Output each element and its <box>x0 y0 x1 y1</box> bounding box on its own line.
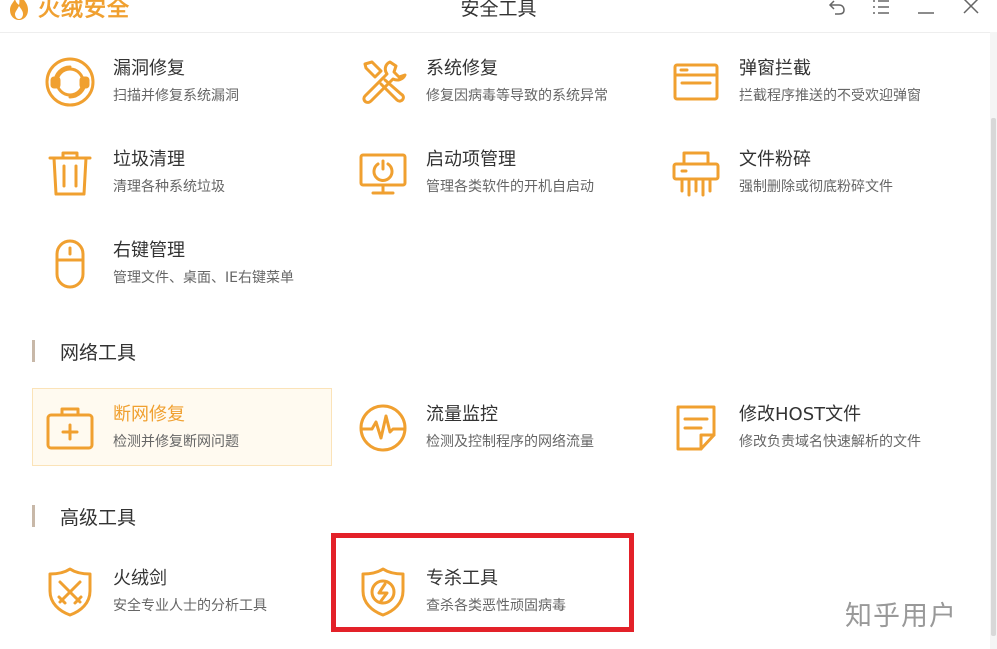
watermark: 知乎用户 <box>845 601 957 632</box>
tool-huorong-sword[interactable]: 火绒剑 安全专业人士的分析工具 <box>32 552 332 630</box>
tool-description: 清理各种系统垃圾 <box>113 179 225 195</box>
title-bar: 火绒安全 安全工具 <box>0 0 997 33</box>
close-icon <box>962 0 980 20</box>
tool-name: 启动项管理 <box>426 149 516 170</box>
tool-description: 管理各类软件的开机自启动 <box>426 179 594 195</box>
popup-block-icon <box>670 56 722 108</box>
section-title: 网络工具 <box>60 341 137 364</box>
document-edit-icon <box>670 402 722 454</box>
tool-description: 扫描并修复系统漏洞 <box>113 88 239 104</box>
tool-description: 修复因病毒等导致的系统异常 <box>426 88 608 104</box>
tool-file-shredder[interactable]: 文件粉碎 强制删除或彻底粉碎文件 <box>658 133 958 211</box>
tool-system-repair[interactable]: 系统修复 修复因病毒等导致的系统异常 <box>345 42 645 120</box>
tool-trash-clean[interactable]: 垃圾清理 清理各种系统垃圾 <box>32 133 332 211</box>
file-shredder-icon <box>670 147 722 199</box>
back-icon <box>828 0 846 20</box>
first-aid-kit-icon <box>44 402 96 454</box>
tool-traffic-monitor[interactable]: 流量监控 检测及控制程序的网络流量 <box>345 388 645 466</box>
menu-button[interactable] <box>866 0 896 22</box>
tool-name: 弹窗拦截 <box>739 58 811 79</box>
highlight-annotation-box <box>331 533 634 632</box>
back-button[interactable] <box>822 0 852 22</box>
section-header-advanced: 高级工具 <box>32 503 136 529</box>
scrollbar-thumb[interactable] <box>991 118 996 636</box>
tool-name: 文件粉碎 <box>739 149 811 170</box>
section-title: 高级工具 <box>60 506 137 529</box>
tool-startup-manage[interactable]: 启动项管理 管理各类软件的开机自启动 <box>345 133 645 211</box>
tool-name: 漏洞修复 <box>113 58 185 79</box>
tool-name: 火绒剑 <box>113 568 167 589</box>
vulnerability-fix-icon <box>44 56 96 108</box>
minimize-button[interactable] <box>911 0 941 22</box>
tool-description: 检测及控制程序的网络流量 <box>426 434 594 450</box>
tool-description: 安全专业人士的分析工具 <box>113 598 267 614</box>
tool-network-repair[interactable]: 断网修复 检测并修复断网问题 <box>32 388 332 466</box>
tool-description: 强制删除或彻底粉碎文件 <box>739 179 893 195</box>
section-header-network: 网络工具 <box>32 338 136 364</box>
startup-manage-icon <box>357 147 409 199</box>
mouse-icon <box>44 238 96 290</box>
tool-name: 系统修复 <box>426 58 498 79</box>
tool-context-menu[interactable]: 右键管理 管理文件、桌面、IE右键菜单 <box>32 224 332 302</box>
menu-icon <box>872 0 890 20</box>
tool-description: 拦截程序推送的不受欢迎弹窗 <box>739 88 921 104</box>
app-window: 火绒安全 安全工具 漏洞修复 扫描并修复系统漏洞 系统修复 修复因病毒等导致的系… <box>0 0 997 649</box>
tool-name: 断网修复 <box>113 404 185 425</box>
section-marker <box>32 505 35 527</box>
tool-name: 修改HOST文件 <box>739 404 862 425</box>
tool-description: 修改负责域名快速解析的文件 <box>739 434 921 450</box>
section-marker <box>32 340 35 362</box>
tool-name: 垃圾清理 <box>113 149 185 170</box>
tool-description: 检测并修复断网问题 <box>113 434 239 450</box>
tool-name: 流量监控 <box>426 404 498 425</box>
tool-popup-block[interactable]: 弹窗拦截 拦截程序推送的不受欢迎弹窗 <box>658 42 958 120</box>
system-repair-icon <box>357 56 409 108</box>
close-button[interactable] <box>956 0 986 22</box>
tool-description: 管理文件、桌面、IE右键菜单 <box>113 270 294 286</box>
traffic-monitor-icon <box>357 402 409 454</box>
trash-icon <box>44 147 96 199</box>
tool-vulnerability-fix[interactable]: 漏洞修复 扫描并修复系统漏洞 <box>32 42 332 120</box>
minimize-icon <box>917 0 935 20</box>
tool-host-edit[interactable]: 修改HOST文件 修改负责域名快速解析的文件 <box>658 388 958 466</box>
sword-shield-icon <box>44 566 96 618</box>
tool-name: 右键管理 <box>113 240 185 261</box>
